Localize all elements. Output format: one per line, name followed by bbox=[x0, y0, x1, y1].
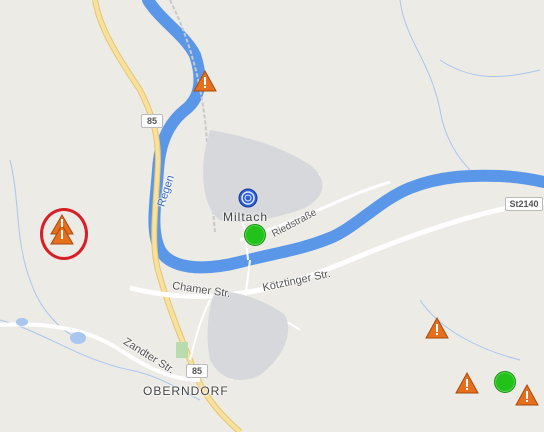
label-oberndorf: OBERNDORF bbox=[143, 384, 229, 398]
shield-st2140: St2140 bbox=[505, 197, 543, 211]
shield-b85-south: 85 bbox=[186, 364, 208, 378]
warning-triangle-icon[interactable] bbox=[425, 317, 449, 339]
warning-triangle-icon[interactable] bbox=[515, 384, 539, 406]
shield-b85-north: 85 bbox=[141, 114, 163, 128]
location-target-icon[interactable] bbox=[238, 188, 258, 208]
pond bbox=[70, 332, 86, 344]
map-canvas[interactable]: 85 85 St2140 Miltach OBERNDORF Regen Rie… bbox=[0, 0, 544, 432]
warning-triangle-icon[interactable] bbox=[193, 70, 217, 92]
warning-triangle-icon[interactable] bbox=[455, 372, 479, 394]
label-miltach: Miltach bbox=[223, 210, 269, 224]
warning-triangle-icon[interactable] bbox=[50, 214, 74, 246]
river-regen bbox=[142, 0, 544, 274]
green-dot-icon[interactable] bbox=[244, 224, 266, 246]
green-dot-icon[interactable] bbox=[494, 371, 516, 393]
